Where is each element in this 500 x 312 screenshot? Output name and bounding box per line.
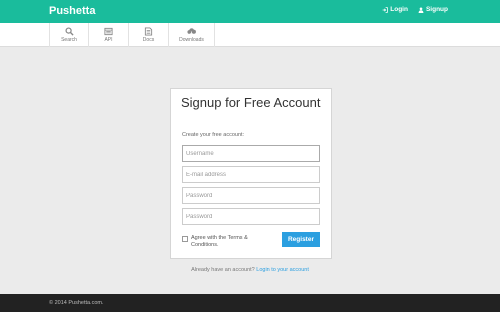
brand-logo[interactable]: Pushetta	[49, 5, 95, 17]
username-field[interactable]	[182, 145, 320, 162]
signup-link[interactable]: Signup	[418, 6, 448, 13]
login-account-link[interactable]: Login to your account	[256, 267, 309, 273]
terms-checkbox[interactable]	[182, 236, 188, 242]
user-icon	[418, 6, 424, 13]
password-confirm-field[interactable]	[182, 208, 320, 225]
nav-item-label: API	[104, 37, 113, 43]
nav-item-downloads[interactable]: Downloads	[169, 23, 215, 47]
signup-title: Signup for Free Account	[181, 95, 321, 110]
signup-subtitle: Create your free account:	[182, 132, 245, 138]
nav-item-search[interactable]: Search	[49, 23, 89, 47]
terms-agreement: Agree with the Terms & Conditions.	[182, 235, 249, 249]
signup-label: Signup	[425, 6, 448, 13]
signup-card: Signup for Free Account Create your free…	[170, 88, 332, 259]
login-icon	[382, 6, 389, 13]
top-navbar: Pushetta Login Signup	[0, 0, 500, 23]
nav-item-docs[interactable]: Docs	[129, 23, 169, 47]
top-links: Login Signup	[382, 6, 448, 13]
footer-copyright: © 2014 Pushetta.com.	[49, 300, 104, 306]
register-button[interactable]: Register	[282, 232, 320, 247]
login-label: Login	[390, 6, 408, 13]
nav-item-label: Search	[61, 37, 77, 43]
cloud-download-icon	[187, 28, 196, 35]
nav-item-label: Downloads	[179, 37, 204, 43]
search-icon	[64, 27, 74, 36]
password-field[interactable]	[182, 187, 320, 204]
docs-icon	[144, 27, 153, 36]
nav-item-api[interactable]: API	[89, 23, 129, 47]
login-link[interactable]: Login	[382, 6, 408, 13]
login-prompt-text: Already have an account?	[191, 267, 255, 273]
terms-label: Agree with the Terms & Conditions.	[191, 235, 248, 248]
nav-item-label: Docs	[142, 37, 155, 43]
api-icon	[104, 27, 113, 36]
login-prompt: Already have an account? Login to your a…	[0, 267, 500, 273]
email-field[interactable]	[182, 166, 320, 183]
footer: © 2014 Pushetta.com.	[0, 294, 500, 312]
secondary-nav: Search API Docs Downloads	[0, 23, 500, 47]
